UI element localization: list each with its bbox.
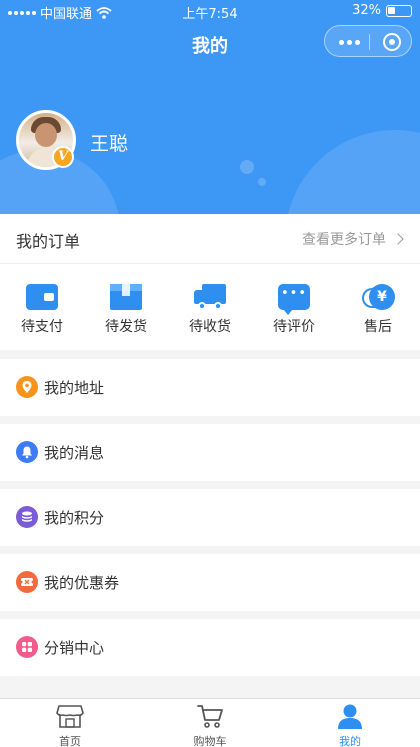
coupon-icon [16,571,38,593]
close-miniprogram-icon[interactable] [383,33,401,51]
package-icon [110,284,142,310]
decor-bubble [285,130,420,214]
menu-item-points[interactable]: 我的积分 [0,489,420,546]
cart-icon [196,703,224,729]
yuan-symbol: ¥ [369,284,395,310]
refund-icon: ¥ [362,284,395,310]
order-status-label: 待评价 [273,319,315,335]
order-status-label: 售后 [364,319,392,335]
order-status-pending-payment[interactable]: 待支付 [0,284,84,336]
tab-label: 我的 [339,735,361,747]
order-status-label: 待支付 [21,319,63,335]
orders-card: 我的订单 查看更多订单 待支付 待发货 待收货 待评价 ¥ 售后 [0,214,420,350]
tab-home[interactable]: 首页 [30,703,110,747]
menu-item-label: 我的优惠券 [44,574,120,592]
chevron-right-icon [392,233,404,245]
orders-header: 我的订单 查看更多订单 [0,214,420,264]
menu-item-coupons[interactable]: 我的优惠券 [0,554,420,611]
battery-icon [386,4,412,17]
bell-icon [16,441,38,463]
menu-item-address[interactable]: 我的地址 [0,359,420,416]
tab-label: 首页 [59,735,81,747]
view-more-orders-link[interactable]: 查看更多订单 [302,229,404,249]
status-bar: 中国联通 上午7:54 32% [0,0,420,22]
capsule-divider [369,34,370,50]
menu-item-label: 分销中心 [44,639,105,657]
profile-header: 中国联通 上午7:54 32% 我的 V 王聪 [0,0,420,214]
menu-item-label: 我的积分 [44,509,105,527]
orders-title: 我的订单 [16,232,81,251]
decor-bubble [240,160,254,174]
menu-item-distribution[interactable]: 分销中心 [0,619,420,676]
location-icon [16,376,38,398]
menu-item-label: 我的消息 [44,444,105,462]
battery-percent: 32% [352,3,381,18]
wallet-icon [26,284,58,310]
view-more-orders-label: 查看更多订单 [302,232,386,248]
vip-badge: V [52,146,74,168]
order-status-label: 待发货 [105,319,147,335]
coins-icon [16,506,38,528]
truck-icon [194,284,226,310]
avatar-face [35,123,57,147]
username: 王聪 [90,133,129,155]
tab-label: 购物车 [193,735,227,747]
order-status-pending-shipment[interactable]: 待发货 [84,284,168,336]
shop-icon [56,703,84,729]
grid-icon [16,636,38,658]
comment-icon [278,284,310,315]
tab-cart[interactable]: 购物车 [170,703,250,747]
order-status-pending-receipt[interactable]: 待收货 [168,284,252,336]
order-status-after-sales[interactable]: ¥ 售后 [336,284,420,336]
menu-item-messages[interactable]: 我的消息 [0,424,420,481]
user-icon [336,703,364,729]
order-status-pending-review[interactable]: 待评价 [252,284,336,336]
more-icon[interactable] [339,40,360,45]
order-status-label: 待收货 [189,319,231,335]
miniprogram-capsule [324,25,412,57]
tab-bar: 首页 购物车 我的 [0,698,420,747]
menu-item-label: 我的地址 [44,379,105,397]
decor-bubble [258,178,266,186]
tab-mine[interactable]: 我的 [310,703,390,747]
